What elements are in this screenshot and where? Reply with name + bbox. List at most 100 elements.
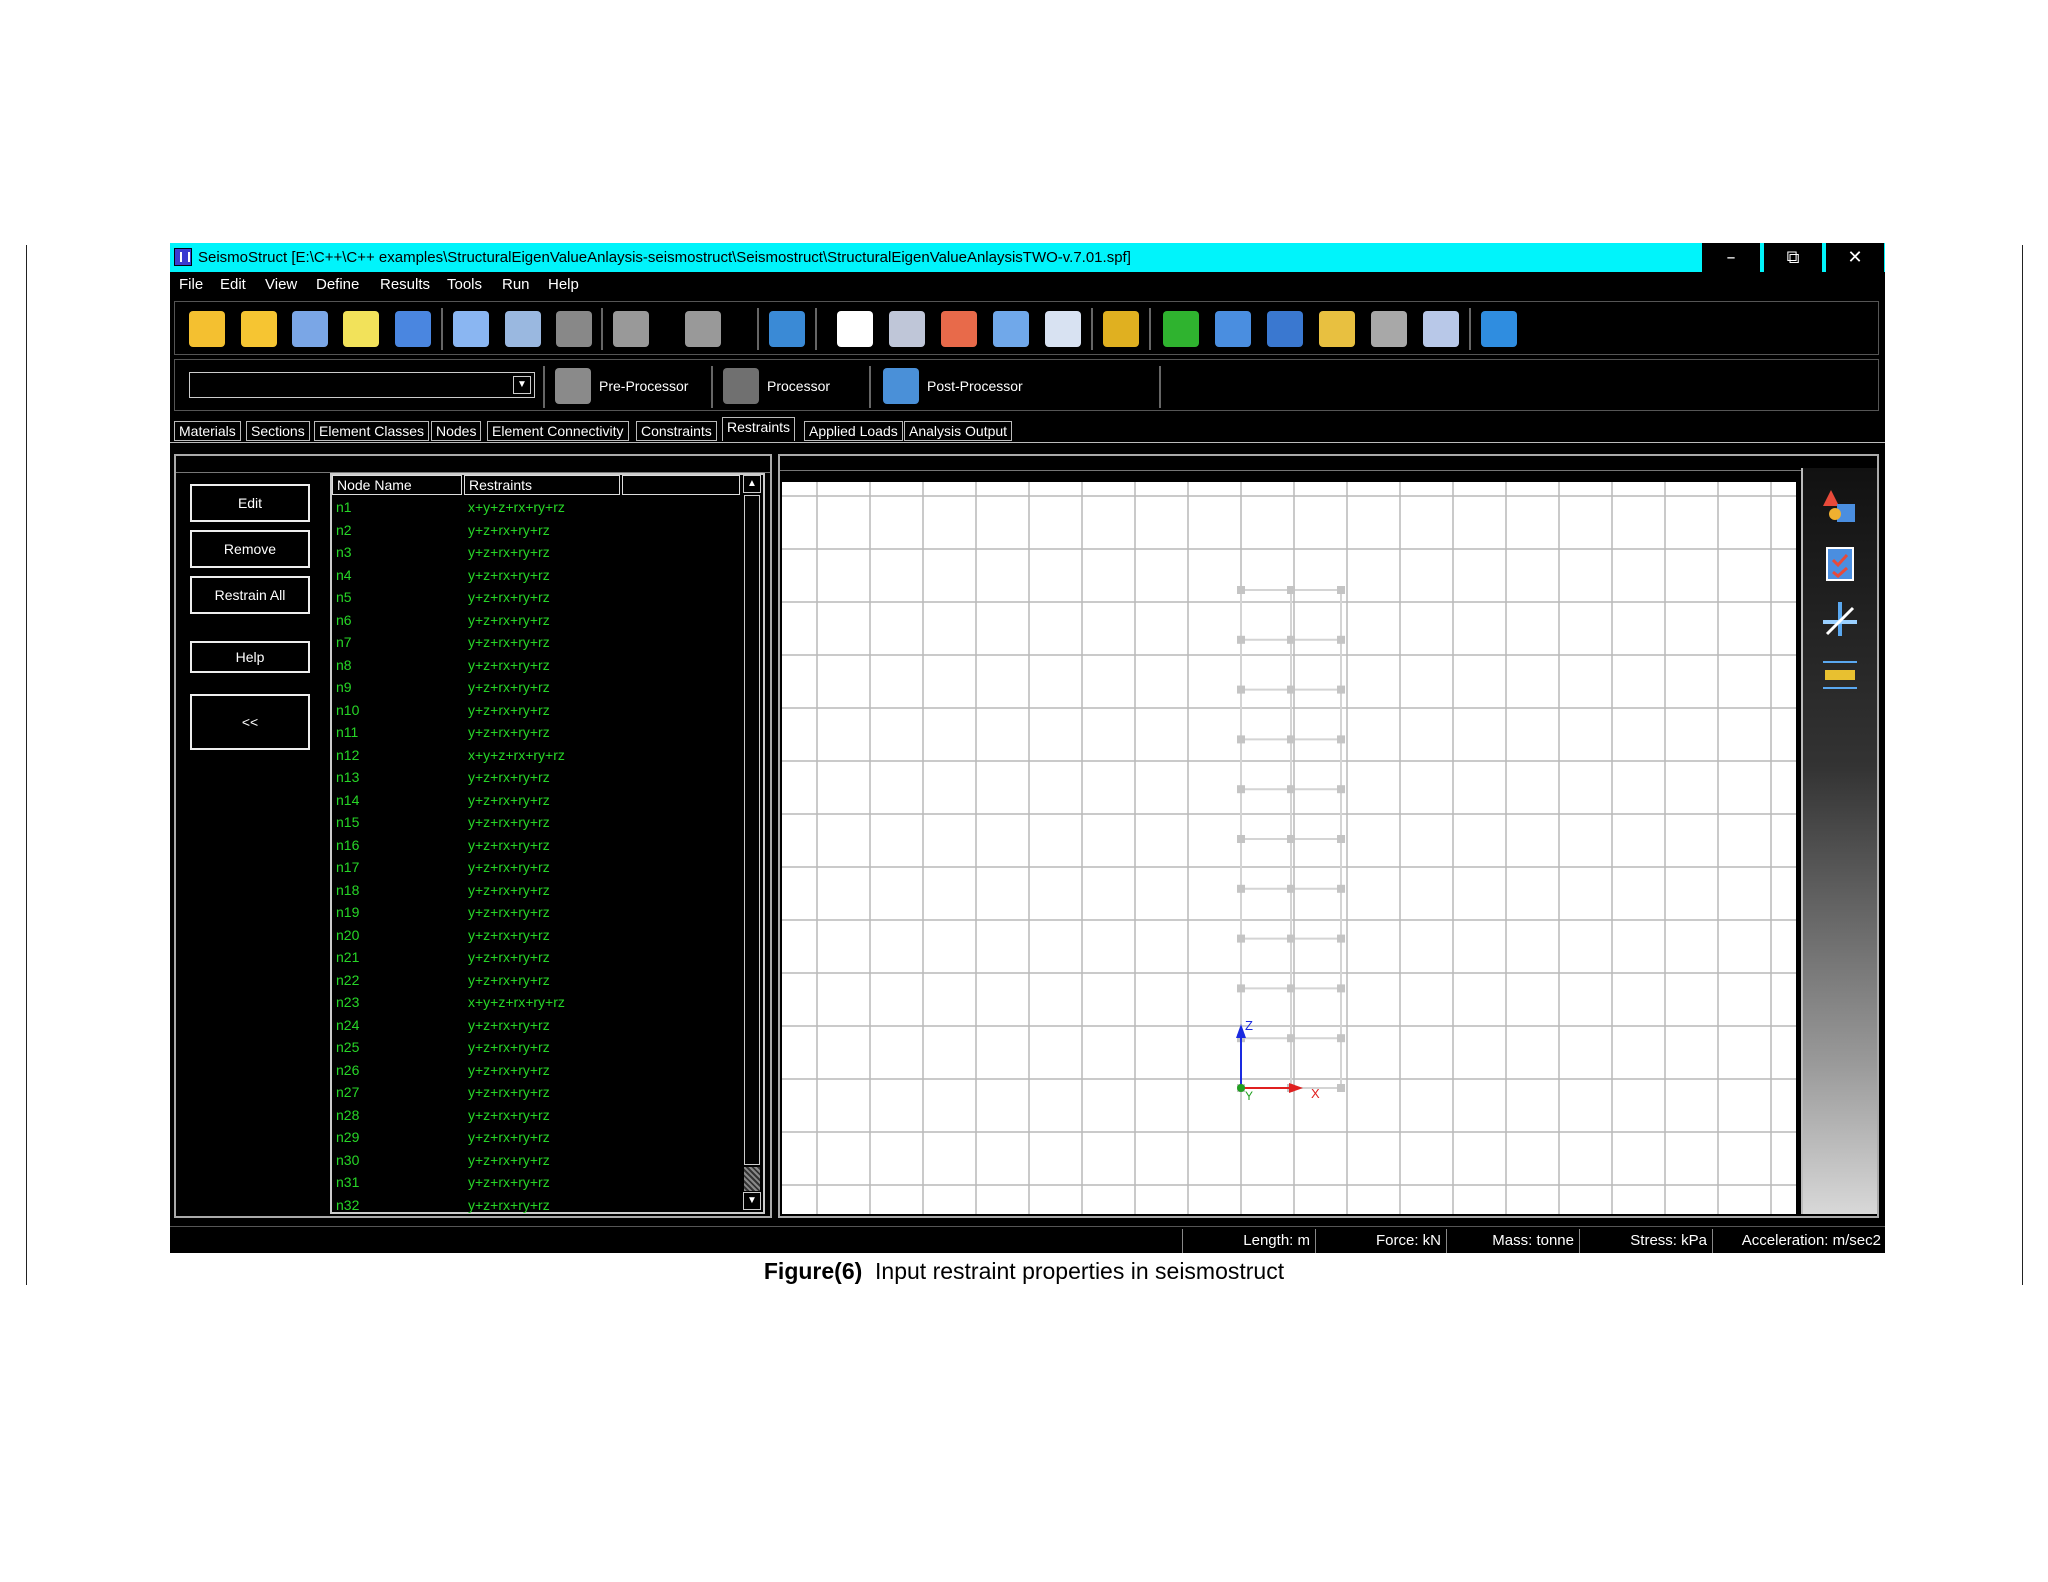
chat-bubbles-icon[interactable] xyxy=(1423,311,1459,347)
table-row[interactable]: n18 y+z+rx+ry+rz xyxy=(332,879,740,902)
redo-icon[interactable] xyxy=(685,311,721,347)
table-row[interactable]: n15 y+z+rx+ry+rz xyxy=(332,811,740,834)
tab-analysis-output[interactable]: Analysis Output xyxy=(904,421,1013,441)
table-grid-icon[interactable] xyxy=(1045,311,1081,347)
minimize-button[interactable]: – xyxy=(1702,243,1760,272)
table-row[interactable]: n31 y+z+rx+ry+rz xyxy=(332,1171,740,1194)
restrain-all-button[interactable]: Restrain All xyxy=(190,576,310,614)
tab-materials[interactable]: Materials xyxy=(174,421,241,441)
scroll-grip[interactable] xyxy=(744,1167,760,1191)
new-file-icon[interactable] xyxy=(189,311,225,347)
table-row[interactable]: n24 y+z+rx+ry+rz xyxy=(332,1014,740,1037)
tab-restraints[interactable]: Restraints xyxy=(722,417,796,441)
table-row[interactable]: n32 y+z+rx+ry+rz xyxy=(332,1194,740,1217)
book-icon[interactable] xyxy=(1215,311,1251,347)
network-icon[interactable] xyxy=(769,311,805,347)
tab-element-classes[interactable]: Element Classes xyxy=(314,421,430,441)
undo-icon[interactable] xyxy=(613,311,649,347)
table-row[interactable]: n6 y+z+rx+ry+rz xyxy=(332,609,740,632)
table-row[interactable]: n13 y+z+rx+ry+rz xyxy=(332,766,740,789)
table-row[interactable]: n20 y+z+rx+ry+rz xyxy=(332,924,740,947)
brush-icon[interactable] xyxy=(1103,311,1139,347)
section-view-icon[interactable] xyxy=(1821,656,1859,694)
table-row[interactable]: n30 y+z+rx+ry+rz xyxy=(332,1149,740,1172)
menu-tools[interactable]: Tools xyxy=(447,276,482,293)
title-bar[interactable]: SeismoStruct [E:\C++\C++ examples\Struct… xyxy=(170,243,1885,272)
tab-element-connectivity[interactable]: Element Connectivity xyxy=(487,421,629,441)
edit-button[interactable]: Edit xyxy=(190,484,310,522)
post-processor-button[interactable]: Post-Processor xyxy=(883,366,1053,406)
open-folder-icon[interactable] xyxy=(241,311,277,347)
scroll-thumb[interactable] xyxy=(744,495,760,1165)
menu-results[interactable]: Results xyxy=(380,276,430,293)
restore-button[interactable]: ⧉ xyxy=(1764,243,1822,272)
table-row[interactable]: n26 y+z+rx+ry+rz xyxy=(332,1059,740,1082)
table-row[interactable]: n3 y+z+rx+ry+rz xyxy=(332,541,740,564)
clipboard-icon[interactable] xyxy=(556,311,592,347)
pre-processor-button[interactable]: Pre-Processor xyxy=(555,366,705,406)
help-button[interactable]: Help xyxy=(190,641,310,673)
table-row[interactable]: n27 y+z+rx+ry+rz xyxy=(332,1081,740,1104)
units-icon[interactable] xyxy=(837,311,873,347)
help-circle-icon[interactable] xyxy=(1163,311,1199,347)
table-row[interactable]: n5 y+z+rx+ry+rz xyxy=(332,586,740,609)
table-row[interactable]: n28 y+z+rx+ry+rz xyxy=(332,1104,740,1127)
collapse-panel-button[interactable]: << xyxy=(190,694,310,750)
selection-dropdown[interactable]: ▼ xyxy=(189,372,535,398)
table-row[interactable]: n11 y+z+rx+ry+rz xyxy=(332,721,740,744)
table-row[interactable]: n25 y+z+rx+ry+rz xyxy=(332,1036,740,1059)
scroll-up-icon[interactable]: ▲ xyxy=(743,475,761,493)
table-row[interactable]: n8 y+z+rx+ry+rz xyxy=(332,654,740,677)
checklist-icon[interactable] xyxy=(1821,544,1859,582)
film-reel-icon[interactable] xyxy=(1371,311,1407,347)
tab-nodes[interactable]: Nodes xyxy=(431,421,482,441)
search-document-icon[interactable] xyxy=(1319,311,1355,347)
calculator-icon[interactable] xyxy=(993,311,1029,347)
column-header-node-name[interactable]: Node Name xyxy=(332,475,462,495)
remove-button[interactable]: Remove xyxy=(190,530,310,568)
tab-sections[interactable]: Sections xyxy=(246,421,310,441)
table-row[interactable]: n7 y+z+rx+ry+rz xyxy=(332,631,740,654)
axes-toggle-icon[interactable] xyxy=(1821,600,1859,638)
table-row[interactable]: n23 x+y+z+rx+ry+rz xyxy=(332,991,740,1014)
table-row[interactable]: n14 y+z+rx+ry+rz xyxy=(332,789,740,812)
table-row[interactable]: n19 y+z+rx+ry+rz xyxy=(332,901,740,924)
column-header-extra[interactable] xyxy=(622,475,740,495)
save-icon[interactable] xyxy=(395,311,431,347)
table-row[interactable]: n2 y+z+rx+ry+rz xyxy=(332,519,740,542)
manual-check-icon[interactable] xyxy=(1267,311,1303,347)
scroll-down-icon[interactable]: ▼ xyxy=(743,1192,761,1210)
shapes-render-icon[interactable] xyxy=(1821,488,1859,526)
list-scrollbar[interactable]: ▲ ▼ xyxy=(741,475,763,1212)
tab-applied-loads[interactable]: Applied Loads xyxy=(804,421,903,441)
table-row[interactable]: n4 y+z+rx+ry+rz xyxy=(332,564,740,587)
wizard-icon[interactable] xyxy=(343,311,379,347)
menu-help[interactable]: Help xyxy=(548,276,579,293)
table-row[interactable]: n16 y+z+rx+ry+rz xyxy=(332,834,740,857)
copy-icon[interactable] xyxy=(453,311,489,347)
table-row[interactable]: n21 y+z+rx+ry+rz xyxy=(332,946,740,969)
close-button[interactable]: ✕ xyxy=(1826,243,1884,272)
globe-icon[interactable] xyxy=(1481,311,1517,347)
table-row[interactable]: n10 y+z+rx+ry+rz xyxy=(332,699,740,722)
table-row[interactable]: n17 y+z+rx+ry+rz xyxy=(332,856,740,879)
menu-file[interactable]: File xyxy=(179,276,203,293)
table-row[interactable]: n12 x+y+z+rx+ry+rz xyxy=(332,744,740,767)
tab-constraints[interactable]: Constraints xyxy=(636,421,717,441)
settings-gear-icon[interactable] xyxy=(889,311,925,347)
table-row[interactable]: n1 x+y+z+rx+ry+rz xyxy=(332,496,740,519)
model-canvas[interactable]: Z X Y xyxy=(782,472,1796,1214)
chevron-down-icon[interactable]: ▼ xyxy=(513,376,531,394)
restraints-list[interactable]: Node Name Restraints n1 x+y+z+rx+ry+rz n2 y… xyxy=(330,473,765,1214)
table-row[interactable]: n29 y+z+rx+ry+rz xyxy=(332,1126,740,1149)
menu-run[interactable]: Run xyxy=(502,276,530,293)
sparkle-gear-icon[interactable] xyxy=(941,311,977,347)
paste-icon[interactable] xyxy=(505,311,541,347)
column-header-restraints[interactable]: Restraints xyxy=(464,475,620,495)
menu-define[interactable]: Define xyxy=(316,276,359,293)
menu-view[interactable]: View xyxy=(265,276,297,293)
building-icon[interactable] xyxy=(292,311,328,347)
table-row[interactable]: n9 y+z+rx+ry+rz xyxy=(332,676,740,699)
processor-button[interactable]: Processor xyxy=(723,366,873,406)
menu-edit[interactable]: Edit xyxy=(220,276,246,293)
